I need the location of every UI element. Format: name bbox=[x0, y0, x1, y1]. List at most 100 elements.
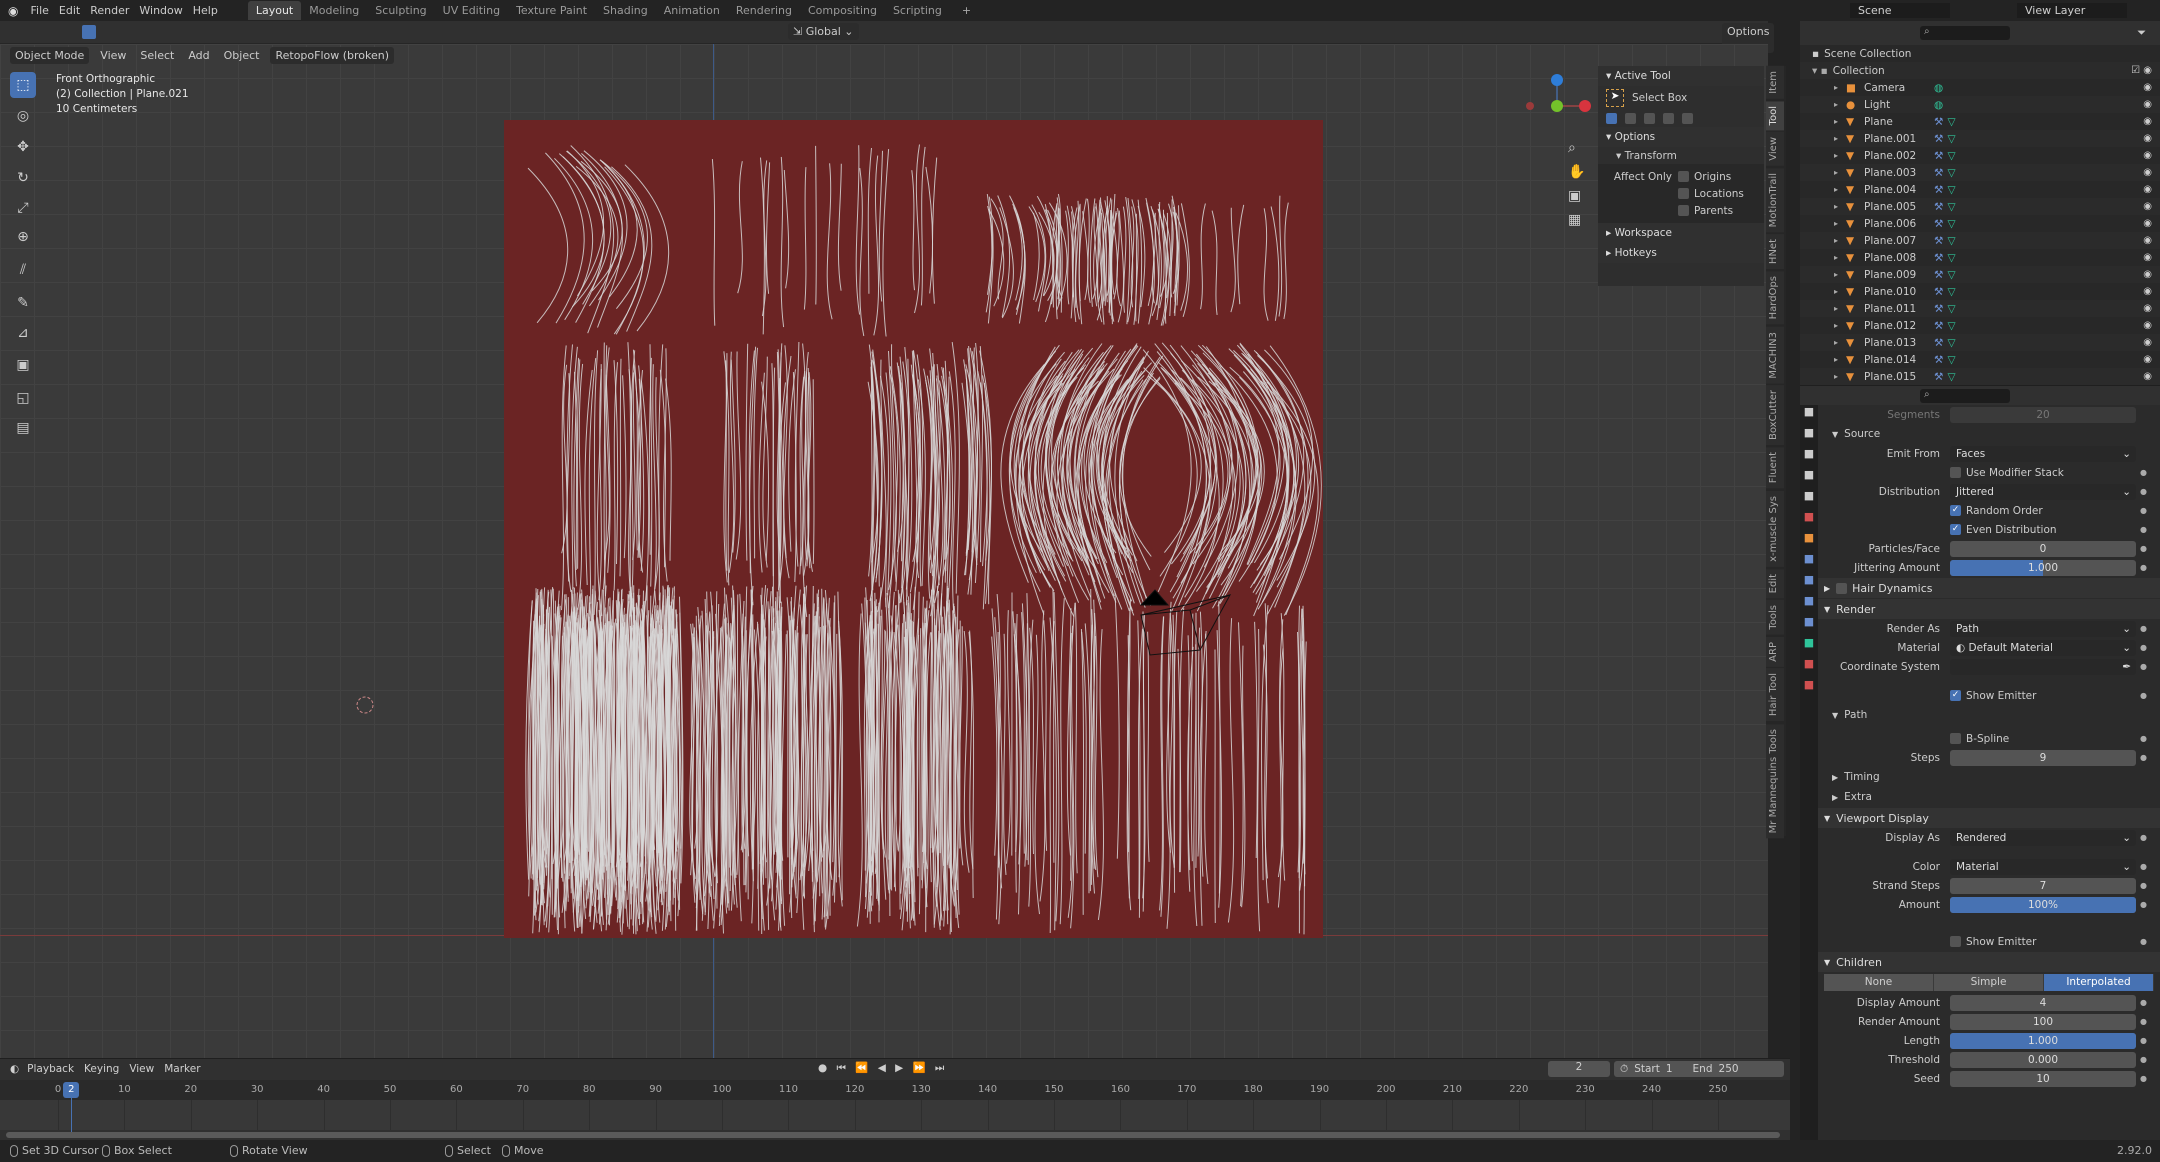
expand-icon[interactable]: ▸ bbox=[1834, 236, 1838, 245]
tool-transform-icon[interactable]: ⊕ bbox=[10, 224, 36, 250]
mesh-data-icon[interactable]: ▽ bbox=[1947, 167, 1955, 179]
modifier-wrench-icon[interactable]: ⚒ bbox=[1934, 133, 1943, 145]
outliner-item[interactable]: ▸ ▼ Plane.013 ⚒ ▽ ◉ bbox=[1800, 334, 2160, 351]
mesh-data-icon[interactable]: ▽ bbox=[1947, 133, 1955, 145]
modifier-wrench-icon[interactable]: ⚒ bbox=[1934, 201, 1943, 213]
properties-tab-icon[interactable]: ■ bbox=[1800, 573, 1818, 594]
mesh-data-icon[interactable]: ▽ bbox=[1947, 337, 1955, 349]
affect-origins-checkbox[interactable]: Affect Only Origins bbox=[1598, 168, 1764, 185]
eye-icon[interactable]: ◉ bbox=[2143, 99, 2152, 110]
tool-add-cube-icon[interactable]: ▣ bbox=[10, 352, 36, 378]
particles-face-field[interactable]: 0 bbox=[1950, 540, 2136, 557]
mesh-data-icon[interactable]: ▽ bbox=[1947, 252, 1955, 264]
selection-mode-buttons[interactable] bbox=[1598, 110, 1764, 127]
length-field[interactable]: 1.000 bbox=[1950, 1032, 2136, 1049]
light-data-icon[interactable]: ◍ bbox=[1934, 99, 1943, 111]
playback-controls[interactable]: ● ⏮ ⏪ ◀ ▶ ⏩ ⏭ bbox=[818, 1061, 947, 1075]
expand-icon[interactable]: ▸ bbox=[1834, 168, 1838, 177]
mesh-data-icon[interactable]: ▽ bbox=[1947, 320, 1955, 332]
keyframe-dot[interactable]: ● bbox=[2140, 998, 2147, 1007]
eye-icon[interactable]: ◉ bbox=[2143, 303, 2152, 314]
expand-icon[interactable]: ▸ bbox=[1834, 304, 1838, 313]
modifier-wrench-icon[interactable]: ⚒ bbox=[1934, 150, 1943, 162]
subpanel-source[interactable]: ▼ Source bbox=[1818, 424, 2160, 444]
outliner-item[interactable]: ▸ ▼ Plane.009 ⚒ ▽ ◉ bbox=[1800, 266, 2160, 283]
workspace-header[interactable]: ▸ Workspace bbox=[1598, 223, 1764, 243]
outliner-item[interactable]: ▸ ■ Camera ◍ ◉ bbox=[1800, 79, 2160, 96]
keyframe-dot[interactable]: ● bbox=[2140, 487, 2147, 496]
keyframe-dot[interactable]: ● bbox=[2140, 1017, 2147, 1026]
tool-move-icon[interactable]: ✥ bbox=[10, 134, 36, 160]
outliner-item[interactable]: ▸ ▼ Plane.002 ⚒ ▽ ◉ bbox=[1800, 147, 2160, 164]
mesh-data-icon[interactable]: ▽ bbox=[1947, 150, 1955, 162]
sidebar-tab-machin3[interactable]: MACHIN3 bbox=[1766, 326, 1784, 384]
modifier-wrench-icon[interactable]: ⚒ bbox=[1934, 235, 1943, 247]
render-amount-field[interactable]: 100 bbox=[1950, 1013, 2136, 1030]
properties-tab-icon[interactable]: ■ bbox=[1800, 636, 1818, 657]
expand-icon[interactable]: ▸ bbox=[1834, 202, 1838, 211]
mesh-data-icon[interactable]: ▽ bbox=[1947, 184, 1955, 196]
keyframe-dot[interactable]: ● bbox=[2140, 734, 2147, 743]
color-dropdown[interactable]: Material ⌄ bbox=[1950, 858, 2136, 875]
eye-icon[interactable]: ◉ bbox=[2143, 371, 2152, 382]
coordinate-system-dropdown[interactable]: ✒ bbox=[1950, 658, 2136, 675]
modifier-wrench-icon[interactable]: ⚒ bbox=[1934, 337, 1943, 349]
eye-icon[interactable]: ◉ bbox=[2143, 286, 2152, 297]
use-modifier-stack-checkbox[interactable]: Use Modifier Stack bbox=[1950, 467, 2064, 479]
select-box-icon[interactable]: ➤ bbox=[1606, 89, 1624, 107]
tool-shear-icon[interactable]: ◱ bbox=[10, 385, 36, 411]
options-header[interactable]: ▾ Options bbox=[1598, 127, 1764, 147]
panel-render[interactable]: ▼ Render bbox=[1818, 599, 2160, 619]
outliner-item[interactable]: ▸ ● Light ◍ ◉ bbox=[1800, 96, 2160, 113]
sidebar-tab-arp[interactable]: ARP bbox=[1766, 636, 1784, 667]
modifier-wrench-icon[interactable]: ⚒ bbox=[1934, 354, 1943, 366]
modifier-wrench-icon[interactable]: ⚒ bbox=[1934, 320, 1943, 332]
seed-field[interactable]: 10 bbox=[1950, 1070, 2136, 1087]
modifier-wrench-icon[interactable]: ⚒ bbox=[1934, 303, 1943, 315]
modifier-wrench-icon[interactable]: ⚒ bbox=[1934, 286, 1943, 298]
filter-icon[interactable]: ⏷ bbox=[2137, 26, 2146, 40]
modifier-wrench-icon[interactable]: ⚒ bbox=[1934, 184, 1943, 196]
modifier-wrench-icon[interactable]: ⚒ bbox=[1934, 371, 1943, 383]
mesh-data-icon[interactable]: ▽ bbox=[1947, 235, 1955, 247]
keyframe-dot[interactable]: ● bbox=[2140, 662, 2147, 671]
camera-view-icon[interactable]: ▣ bbox=[1568, 188, 1585, 204]
eye-icon[interactable]: ◉ bbox=[2143, 150, 2152, 161]
active-tool-header[interactable]: ▾ Active Tool bbox=[1598, 66, 1764, 86]
keyframe-dot[interactable]: ● bbox=[2140, 525, 2147, 534]
outliner-item[interactable]: ▸ ▼ Plane.001 ⚒ ▽ ◉ bbox=[1800, 130, 2160, 147]
outliner-item[interactable]: ▸ ▼ Plane.008 ⚒ ▽ ◉ bbox=[1800, 249, 2160, 266]
hair-dynamics-checkbox[interactable] bbox=[1836, 582, 1848, 594]
children-none-button[interactable]: None bbox=[1824, 974, 1934, 991]
panel-children[interactable]: ▼ Children bbox=[1818, 952, 2160, 972]
transform-subheader[interactable]: ▾ Transform bbox=[1598, 147, 1764, 164]
hotkeys-header[interactable]: ▸ Hotkeys bbox=[1598, 243, 1764, 263]
properties-tab-icon[interactable]: ■ bbox=[1800, 657, 1818, 678]
sidebar-tab-motiontrail[interactable]: MotionTrail bbox=[1766, 167, 1784, 233]
keyframe-dot[interactable]: ● bbox=[2140, 1055, 2147, 1064]
retopoflow-menu[interactable]: RetopoFlow (broken) bbox=[270, 46, 395, 64]
keyframe-dot[interactable]: ● bbox=[2140, 506, 2147, 515]
expand-icon[interactable]: ▸ bbox=[1834, 100, 1838, 109]
sidebar-tab-view[interactable]: View bbox=[1766, 132, 1784, 166]
mesh-data-icon[interactable]: ▽ bbox=[1947, 218, 1955, 230]
modifier-wrench-icon[interactable]: ⚒ bbox=[1934, 252, 1943, 264]
current-frame-field[interactable]: 2 bbox=[1548, 1061, 1610, 1077]
expand-icon[interactable]: ▸ bbox=[1834, 117, 1838, 126]
timeline-ruler[interactable]: 0 10 20 30 40 50 60 70 80 90 100 110 120 130 140 150 160… bbox=[0, 1080, 1790, 1100]
viewport-menu-object[interactable]: Object bbox=[219, 47, 265, 64]
timeline-scrollbar[interactable] bbox=[6, 1132, 1780, 1138]
properties-tab-icon[interactable]: ■ bbox=[1800, 615, 1818, 636]
properties-tab-icon[interactable]: ■ bbox=[1800, 489, 1818, 510]
eye-icon[interactable]: ◉ bbox=[2143, 337, 2152, 348]
navigation-gizmo[interactable] bbox=[1526, 74, 1591, 112]
outliner-item[interactable]: ▸ ▼ Plane.010 ⚒ ▽ ◉ bbox=[1800, 283, 2160, 300]
scene-collection[interactable]: ▪ Scene Collection bbox=[1800, 45, 2160, 62]
ortho-grid-icon[interactable]: ▦ bbox=[1568, 212, 1585, 228]
keyframe-dot[interactable]: ● bbox=[2140, 881, 2147, 890]
tool-rotate-icon[interactable]: ↻ bbox=[10, 165, 36, 191]
expand-icon[interactable]: ▸ bbox=[1834, 151, 1838, 160]
tool-measure-icon[interactable]: ⊿ bbox=[10, 320, 36, 346]
modifier-wrench-icon[interactable]: ⚒ bbox=[1934, 167, 1943, 179]
expand-icon[interactable]: ▸ bbox=[1834, 134, 1838, 143]
